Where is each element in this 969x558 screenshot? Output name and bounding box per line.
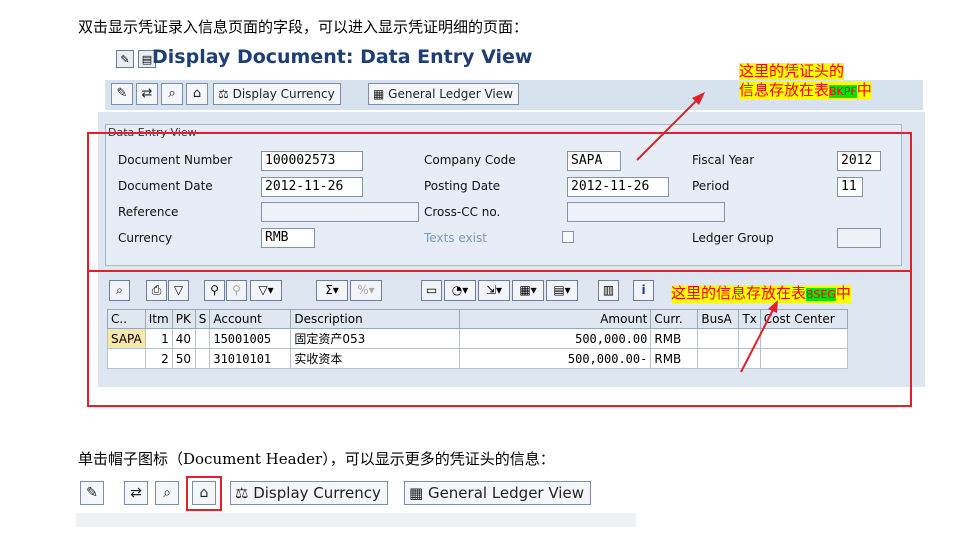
display-details-icon[interactable]: ⌕ xyxy=(155,481,179,505)
header-instruction-text: 单击帽子图标（Document Header），可以显示更多的凭证头的信息： xyxy=(78,450,555,468)
header-arrow xyxy=(636,96,701,161)
general-ledger-view-button[interactable]: ▦ General Ledger View xyxy=(404,481,591,505)
other-document-icon[interactable]: ⇄ xyxy=(124,481,148,505)
display-currency-button[interactable]: ⚖ Display Currency xyxy=(230,481,388,505)
edit-pencil-icon[interactable]: ✎ xyxy=(80,481,104,505)
hat-icon-highlight xyxy=(186,476,222,511)
items-arrow xyxy=(740,305,776,373)
ledger-icon: ▦ xyxy=(409,484,428,502)
items-arrow-head xyxy=(768,300,778,313)
currency-icon: ⚖ xyxy=(235,484,254,502)
toolbar-zoom-strip xyxy=(76,513,636,527)
annotation-arrows xyxy=(636,92,778,373)
